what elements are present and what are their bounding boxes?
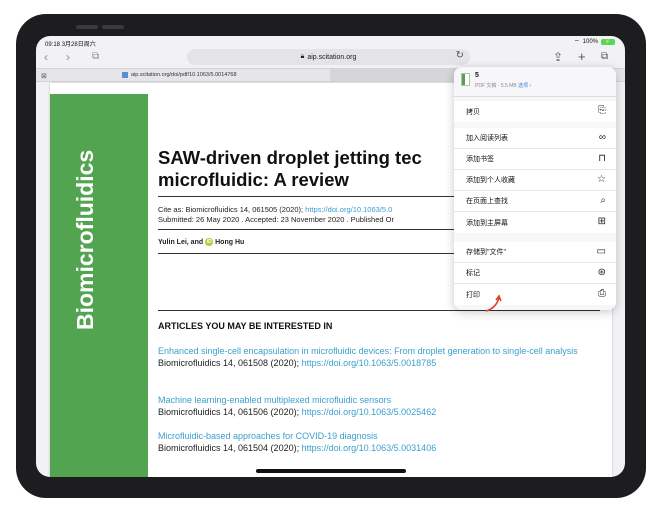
share-group: 存储到"文件" ▭ 标记 ⊛ 打印 ⎙ xyxy=(454,242,616,305)
volume-button xyxy=(76,25,98,29)
share-item-save-files[interactable]: 存储到"文件" ▭ xyxy=(454,242,616,263)
lock-icon: 🔒︎ xyxy=(300,53,305,60)
article-title-link[interactable]: Machine learning-enabled multiplexed mic… xyxy=(158,394,600,406)
share-item-print[interactable]: 打印 ⎙ xyxy=(454,284,616,305)
close-tab-icon[interactable]: ⊠ xyxy=(41,72,47,80)
share-group: 拷贝 ⎘ xyxy=(454,101,616,122)
reload-icon[interactable]: ↻ xyxy=(456,50,464,61)
forward-icon[interactable]: › xyxy=(66,50,70,64)
related-article: Enhanced single-cell encapsulation in mi… xyxy=(158,345,600,369)
journal-banner: Biomicrofluidics xyxy=(50,94,148,477)
share-group: 加入阅读列表 ∞ 添加书签 ⊓ 添加到个人收藏 ☆ 在页面上查找 ⌕ 添加到主屏… xyxy=(454,128,616,233)
submission-dates: Submitted: 26 May 2020 . Accepted: 23 No… xyxy=(158,215,394,224)
share-item-find[interactable]: 在页面上查找 ⌕ xyxy=(454,191,616,212)
share-item-bookmark[interactable]: 添加书签 ⊓ xyxy=(454,149,616,170)
battery-icon: ⚡ xyxy=(601,39,615,45)
address-bar[interactable]: 🔒︎ aip.scitation.org ↻ xyxy=(187,49,470,65)
screen: 09:18 3月28日周六 ⌔ 100% ⚡ ‹ › ⧉ 🔒︎ aip.scit… xyxy=(36,36,625,477)
share-header: 5 PDF 文稿 · 5.5 MB 选项 › xyxy=(454,67,616,97)
citation: Cite as: Biomicrofluidics 14, 061505 (20… xyxy=(158,205,393,214)
options-link[interactable]: 选项 › xyxy=(518,83,531,89)
star-icon: ☆ xyxy=(597,174,606,185)
back-icon[interactable]: ‹ xyxy=(44,50,48,64)
favicon-icon xyxy=(122,72,128,78)
browser-toolbar: ‹ › ⧉ 🔒︎ aip.scitation.org ↻ ⇪ + ⧉ xyxy=(36,48,625,68)
search-icon: ⌕ xyxy=(600,195,606,206)
doi-link[interactable]: https://doi.org/10.1063/5.0018785 xyxy=(302,358,437,368)
url-text: aip.scitation.org xyxy=(307,53,357,61)
book-icon: ⊓ xyxy=(598,153,606,164)
new-tab-icon[interactable]: + xyxy=(578,50,586,64)
status-time: 09:18 3月28日周六 xyxy=(45,42,96,48)
articles-heading: ARTICLES YOU MAY BE INTERESTED IN xyxy=(158,321,333,331)
article-title-link[interactable]: Microfluidic-based approaches for COVID-… xyxy=(158,430,600,442)
paper-title: SAW-driven droplet jetting tec microflui… xyxy=(158,147,422,190)
tab-active[interactable]: aip.scitation.org/doi/pdf/10.1063/5.0014… xyxy=(122,72,237,78)
battery-percent: 100% xyxy=(582,39,598,45)
file-name: 5 xyxy=(475,72,479,79)
share-item-reading-list[interactable]: 加入阅读列表 ∞ xyxy=(454,128,616,149)
doi-link[interactable]: https://doi.org/10.1063/5.0025462 xyxy=(302,407,437,417)
share-item-favorite[interactable]: 添加到个人收藏 ☆ xyxy=(454,170,616,191)
folder-icon: ▭ xyxy=(596,246,606,257)
related-article: Microfluidic-based approaches for COVID-… xyxy=(158,430,600,454)
share-sheet: 5 PDF 文稿 · 5.5 MB 选项 › 拷贝 ⎘ 加入阅读列表 ∞ 添加书… xyxy=(454,67,616,310)
orcid-icon[interactable]: iD xyxy=(205,238,214,246)
home-indicator[interactable] xyxy=(256,469,406,473)
annotation-arrow-icon xyxy=(485,294,502,312)
share-item-home-screen[interactable]: 添加到主屏幕 ⊞ xyxy=(454,212,616,233)
share-item-copy[interactable]: 拷贝 ⎘ xyxy=(454,101,616,122)
printer-icon: ⎙ xyxy=(598,288,606,299)
doi-link[interactable]: https://doi.org/10.1063/5.0031406 xyxy=(302,443,437,453)
add-square-icon: ⊞ xyxy=(597,216,606,227)
share-item-markup[interactable]: 标记 ⊛ xyxy=(454,263,616,284)
doi-link[interactable]: https://doi.org/10.1063/5.0 xyxy=(305,205,392,214)
volume-button xyxy=(102,25,124,29)
status-right: ⌔ 100% ⚡ xyxy=(574,38,615,46)
share-icon[interactable]: ⇪ xyxy=(553,50,563,64)
reading-list-icon: ∞ xyxy=(598,132,606,143)
wifi-icon: ⌔ xyxy=(574,40,580,46)
journal-name: Biomicrofluidics xyxy=(72,149,98,330)
related-article: Machine learning-enabled multiplexed mic… xyxy=(158,394,600,418)
book-icon[interactable]: ⧉ xyxy=(92,50,99,64)
authors: Yulin Lei, and iD Hong Hu xyxy=(158,238,245,246)
divider xyxy=(158,310,600,311)
markup-icon: ⊛ xyxy=(597,267,606,278)
copy-icon: ⎘ xyxy=(598,105,606,116)
pdf-thumbnail-icon xyxy=(461,73,470,86)
tabs-icon[interactable]: ⧉ xyxy=(601,50,608,64)
file-meta: PDF 文稿 · 5.5 MB 选项 › xyxy=(475,83,532,89)
status-bar: 09:18 3月28日周六 ⌔ 100% ⚡ xyxy=(36,36,625,48)
article-title-link[interactable]: Enhanced single-cell encapsulation in mi… xyxy=(158,345,600,357)
